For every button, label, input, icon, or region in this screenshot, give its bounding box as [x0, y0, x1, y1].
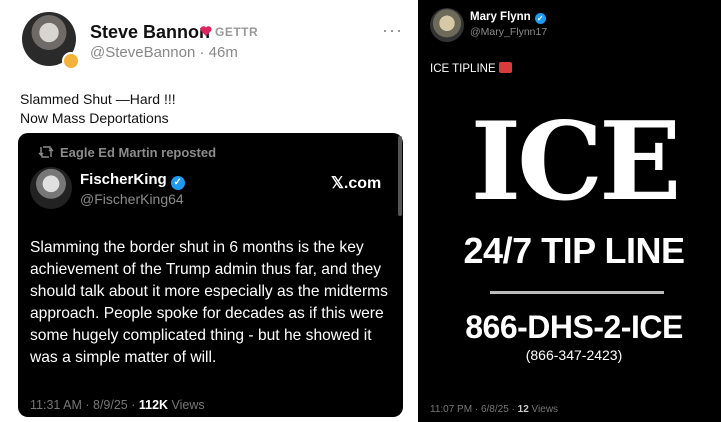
tip-line-subtitle: 24/7 TIP LINE: [463, 230, 685, 271]
siren-icon: [498, 62, 512, 73]
x-post-panel: Mary Flynn ✓ @Mary_Flynn17 ICE TIPLINE IC…: [422, 0, 721, 422]
views-label: Views: [528, 404, 559, 415]
platform-label: GETTR: [215, 25, 259, 39]
post-text: ICE TIPLINE: [430, 62, 512, 75]
phone-number: 866-DHS-2-ICE: [465, 309, 683, 345]
repost-meta: 11:31 AM · 8/9/25 · 112K Views: [30, 398, 205, 412]
post-text-line-1: Slammed Shut —Hard !!!: [20, 91, 176, 107]
repost-label[interactable]: Eagle Ed Martin reposted: [60, 145, 216, 160]
gettr-heart-icon: [200, 26, 212, 36]
repost-views-count: 112K: [138, 398, 169, 412]
author-handle[interactable]: @SteveBannon · 46m: [90, 44, 238, 61]
divider: [490, 291, 664, 294]
post-text: Slammed Shut —Hard !!! Now Mass Deportat…: [20, 90, 176, 128]
more-options-icon[interactable]: ···: [382, 20, 403, 41]
post-text-line-2: Now Mass Deportations: [20, 110, 169, 126]
post-timestamp: 11:07 PM · 6/8/25 ·: [430, 404, 518, 415]
steve-bannon-avatar[interactable]: [22, 12, 80, 70]
repost-body-text: Slamming the border shut in 6 months is …: [30, 239, 388, 366]
gettr-post-panel: Steve Bannon GETTR @SteveBannon · 46m ··…: [0, 0, 418, 422]
phone-number-numeric: (866-347-2423): [525, 347, 623, 363]
author-handle[interactable]: @Mary_Flynn17: [470, 26, 547, 38]
repost-timestamp: 11:31 AM · 8/9/25 ·: [30, 398, 139, 412]
views-count: 12: [517, 404, 529, 415]
repost-icon: [38, 146, 54, 158]
author-name[interactable]: Steve Bannon: [90, 22, 210, 43]
repost-card[interactable]: Eagle Ed Martin reposted FischerKing ✓ @F…: [18, 133, 403, 417]
verified-badge-icon: [62, 52, 80, 70]
author-name-text: Mary Flynn: [470, 11, 531, 23]
repost-author-name[interactable]: FischerKing ✓: [80, 171, 185, 190]
post-text-label: ICE TIPLINE: [430, 63, 496, 75]
repost-author-handle[interactable]: @FischerKing64: [80, 191, 184, 207]
post-meta: 11:07 PM · 6/8/25 · 12 Views: [430, 404, 558, 415]
x-com-source-label: 𝕏.com: [331, 175, 382, 192]
verified-check-icon: ✓: [170, 176, 185, 190]
repost-views-label: Views: [168, 398, 205, 412]
repost-author-name-text: FischerKing: [80, 171, 167, 188]
verified-check-icon: ✓: [534, 13, 546, 24]
scrollbar[interactable]: [398, 136, 402, 216]
author-name[interactable]: Mary Flynn ✓: [470, 11, 546, 24]
ice-title: ICE: [470, 99, 682, 225]
fischerking-avatar[interactable]: [30, 167, 72, 209]
mary-flynn-avatar[interactable]: [430, 8, 464, 42]
